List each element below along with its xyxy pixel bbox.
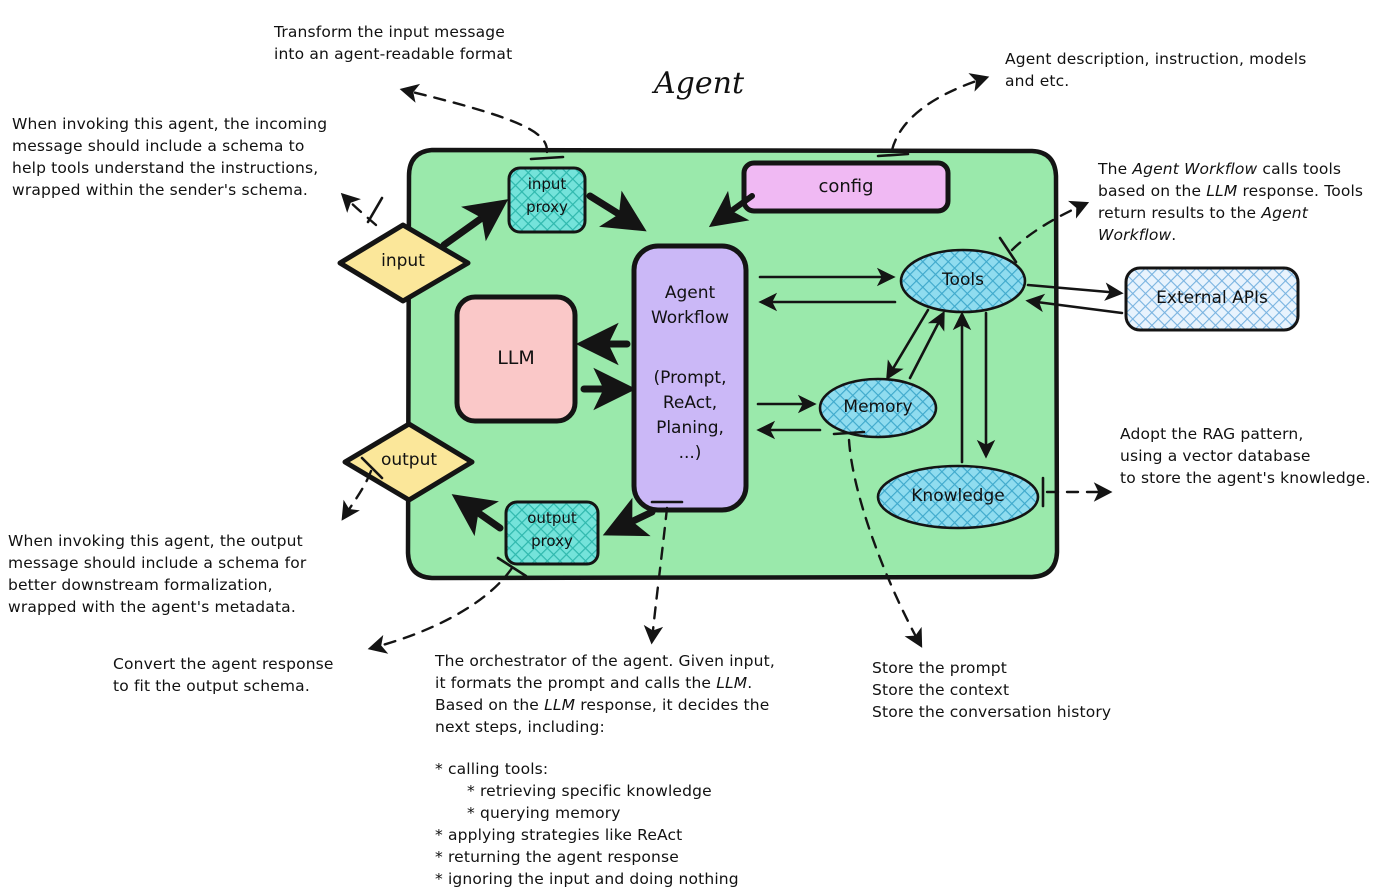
emphasis-llm: LLM <box>544 696 576 714</box>
annotation-orchestrator-line-4: next steps, including: <box>435 718 605 736</box>
emphasis-llm: LLM <box>716 674 748 692</box>
config-node[interactable] <box>741 160 951 214</box>
annotation-rag-line-3: to store the agent's knowledge. <box>1120 469 1371 487</box>
memory-node[interactable] <box>818 377 938 439</box>
annotation-workflow-calls-tools: The Agent Workflow calls tools based on … <box>1098 158 1366 246</box>
annotation-store-context: Store the context <box>872 681 1010 699</box>
annotation-orchestrator-line-3: Based on the LLM response, it decides th… <box>435 694 769 716</box>
bullet-ignoring-input: * ignoring the input and doing nothing <box>435 870 739 888</box>
text-run: Based on the <box>435 696 545 714</box>
diagram-canvas: Agent input output input proxy output pr… <box>0 0 1400 892</box>
text-run: The <box>1098 160 1133 178</box>
bullet-calling-tools: * calling tools: <box>435 760 549 778</box>
external-apis-node[interactable] <box>1124 266 1300 332</box>
bullet-applying-strategies: * applying strategies like ReAct <box>435 826 683 844</box>
leader-agent-description <box>890 73 990 152</box>
annotation-orchestrator-line-1: The orchestrator of the agent. Given inp… <box>435 652 775 670</box>
text-run: it formats the prompt and calls the <box>435 674 717 692</box>
annotation-store-prompt: Store the prompt <box>872 659 1008 677</box>
text-run: . <box>747 674 753 692</box>
agent-workflow-node[interactable] <box>631 243 749 513</box>
annotation-incoming-schema: When invoking this agent, the incoming m… <box>12 115 328 199</box>
annotation-outgoing-schema: When invoking this agent, the output mes… <box>8 532 307 616</box>
page-title: Agent <box>654 66 744 101</box>
text-run: response, it decides the <box>575 696 770 714</box>
leader-transform-input <box>399 83 549 154</box>
leader-incoming-schema <box>340 192 378 227</box>
bullet-querying-memory: * querying memory <box>467 804 621 822</box>
annotation-store-history: Store the conversation history <box>872 703 1112 721</box>
text-run: calls tools <box>1257 160 1342 178</box>
text-run: response. <box>1237 182 1320 200</box>
tools-node[interactable] <box>899 248 1027 314</box>
annotation-orchestrator-line-2: it formats the prompt and calls the LLM. <box>435 672 752 694</box>
bullet-returning-response: * returning the agent response <box>435 848 679 866</box>
llm-node[interactable] <box>454 294 578 424</box>
knowledge-node[interactable] <box>876 464 1040 530</box>
text-run: . <box>1171 226 1177 244</box>
annotation-agent-description: Agent description, instruction, models a… <box>1005 50 1307 90</box>
emphasis-agent-workflow: Agent Workflow <box>1132 160 1258 178</box>
annotation-rag-line-1: Adopt the RAG pattern, <box>1120 425 1304 443</box>
output-proxy-node[interactable] <box>504 500 600 566</box>
leader-outgoing-schema <box>341 469 373 521</box>
text-run: based on the <box>1098 182 1207 200</box>
annotation-rag-line-2: using a vector database <box>1120 447 1311 465</box>
annotation-transform-input: Transform the input message into an agen… <box>274 23 513 63</box>
input-proxy-node[interactable] <box>507 166 587 234</box>
bullet-retrieving-knowledge: * retrieving specific knowledge <box>467 782 712 800</box>
annotation-convert-response: Convert the agent response to fit the ou… <box>113 655 334 695</box>
emphasis-llm: LLM <box>1206 182 1238 200</box>
